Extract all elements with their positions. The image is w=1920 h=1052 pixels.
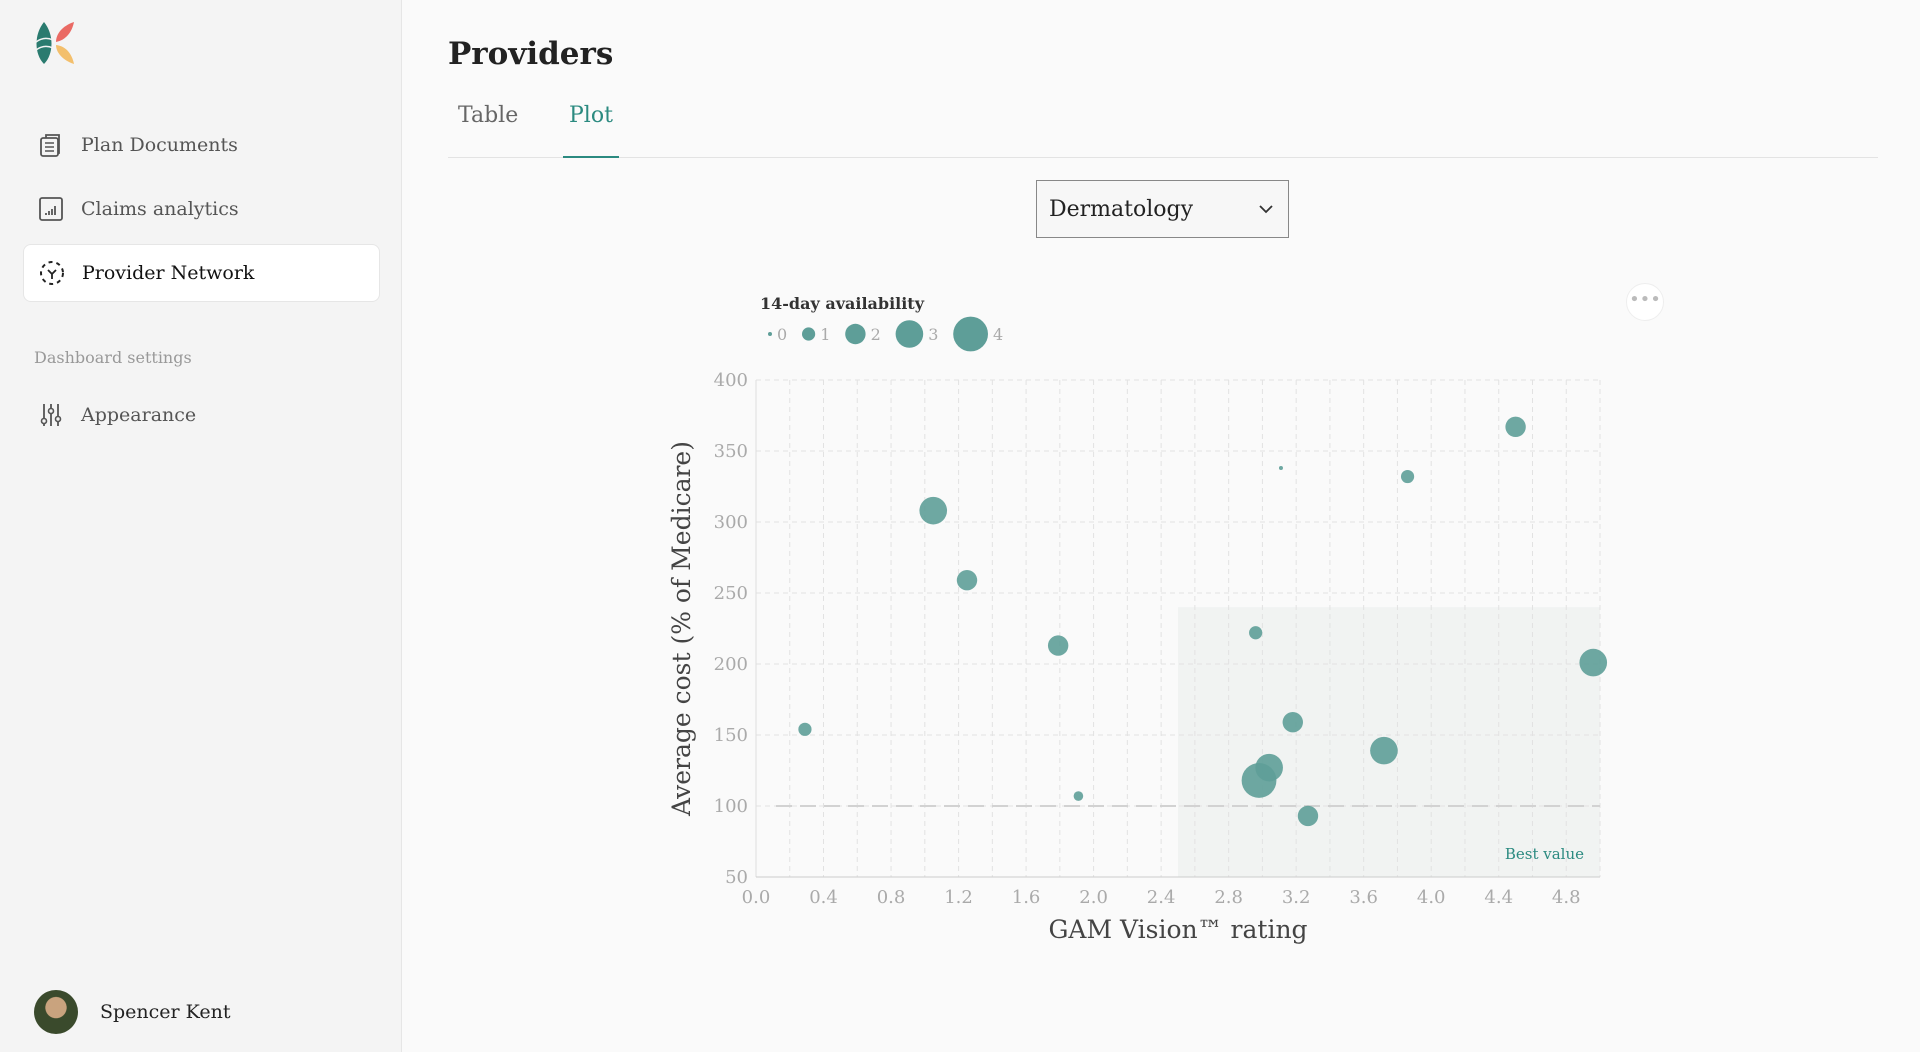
data-point (1282, 712, 1303, 733)
main-content: Providers Table Plot Dermatology 50 100 15… (448, 0, 1920, 1052)
sidebar-item-label: Claims analytics (81, 198, 239, 220)
data-point (919, 496, 948, 525)
x-axis-label: GAM Vision™ rating (1048, 915, 1307, 944)
y-tick-label: 100 (714, 796, 748, 817)
y-tick-label: 350 (714, 441, 748, 462)
chart-menu-button[interactable]: ••• (1626, 283, 1664, 321)
logo (35, 22, 74, 64)
x-tick-label: 2.4 (1147, 887, 1176, 908)
avatar (34, 990, 78, 1034)
y-tick-label: 250 (714, 583, 748, 604)
x-tick-label: 4.4 (1484, 887, 1513, 908)
data-point (1073, 791, 1084, 801)
y-tick-label: 300 (714, 512, 748, 533)
x-tick-label: 3.2 (1282, 887, 1311, 908)
legend-bubble (953, 316, 988, 352)
data-point (1505, 416, 1526, 438)
sidebar-item-provider-network[interactable]: Provider Network (23, 244, 380, 302)
x-tick-label: 0.4 (809, 887, 838, 908)
data-point (1047, 635, 1069, 656)
scatter-chart: 50 100 150 200 250 300 350 400 0.0 0.4 0.8 1.2 1.6 2.… (667, 294, 1608, 944)
legend-bubble (895, 320, 924, 348)
data-point (1278, 466, 1283, 471)
data-point (798, 722, 812, 736)
y-axis-label: Average cost (% of Medicare) (667, 441, 696, 817)
data-point (1249, 626, 1263, 640)
data-point (1241, 763, 1277, 798)
sidebar-item-label: Plan Documents (81, 134, 238, 156)
legend-bubble (802, 327, 816, 341)
best-value-label: Best value (1505, 845, 1584, 863)
sliders-icon (40, 404, 62, 426)
section-label: Dashboard settings (34, 348, 192, 367)
x-tick-label: 1.6 (1012, 887, 1041, 908)
data-point (1370, 736, 1398, 765)
sidebar-item-appearance[interactable]: Appearance (23, 386, 380, 444)
x-tick-label: 2.0 (1079, 887, 1108, 908)
x-tick-label: 3.6 (1349, 887, 1378, 908)
x-tick-label: 0.0 (742, 887, 771, 908)
legend-label: 1 (820, 325, 830, 344)
legend-label: 4 (993, 325, 1003, 344)
clipboard-icon (40, 134, 60, 157)
user-profile[interactable]: Spencer Kent (34, 990, 230, 1034)
sidebar-item-label: Provider Network (82, 262, 255, 284)
more-icon: ••• (1629, 289, 1661, 310)
user-name: Spencer Kent (100, 1001, 231, 1023)
legend-bubble (768, 332, 772, 336)
y-tick-label: 50 (725, 867, 748, 888)
legend-title: 14-day availability (760, 294, 925, 313)
legend-label: 3 (928, 325, 938, 344)
x-tick-label: 2.8 (1214, 887, 1243, 908)
sidebar-item-plan-documents[interactable]: Plan Documents (23, 116, 380, 174)
data-point (1579, 648, 1608, 677)
bar-chart-icon (39, 197, 63, 221)
legend-label: 2 (871, 325, 881, 344)
legend-label: 0 (777, 325, 787, 344)
sidebar-item-label: Appearance (81, 404, 197, 426)
legend-bubble (845, 323, 866, 345)
y-tick-label: 200 (714, 654, 748, 675)
x-tick-label: 0.8 (877, 887, 906, 908)
y-tick-label: 400 (714, 370, 748, 391)
data-point (1400, 469, 1415, 484)
sidebar: Plan Documents Claims analytics Provider… (0, 0, 402, 1052)
x-tick-label: 4.8 (1552, 887, 1581, 908)
network-icon (40, 261, 64, 285)
data-point (956, 570, 978, 591)
data-point (1297, 805, 1319, 827)
x-tick-label: 4.0 (1417, 887, 1446, 908)
y-tick-label: 150 (714, 725, 748, 746)
sidebar-item-claims-analytics[interactable]: Claims analytics (23, 180, 380, 238)
x-tick-label: 1.2 (944, 887, 973, 908)
